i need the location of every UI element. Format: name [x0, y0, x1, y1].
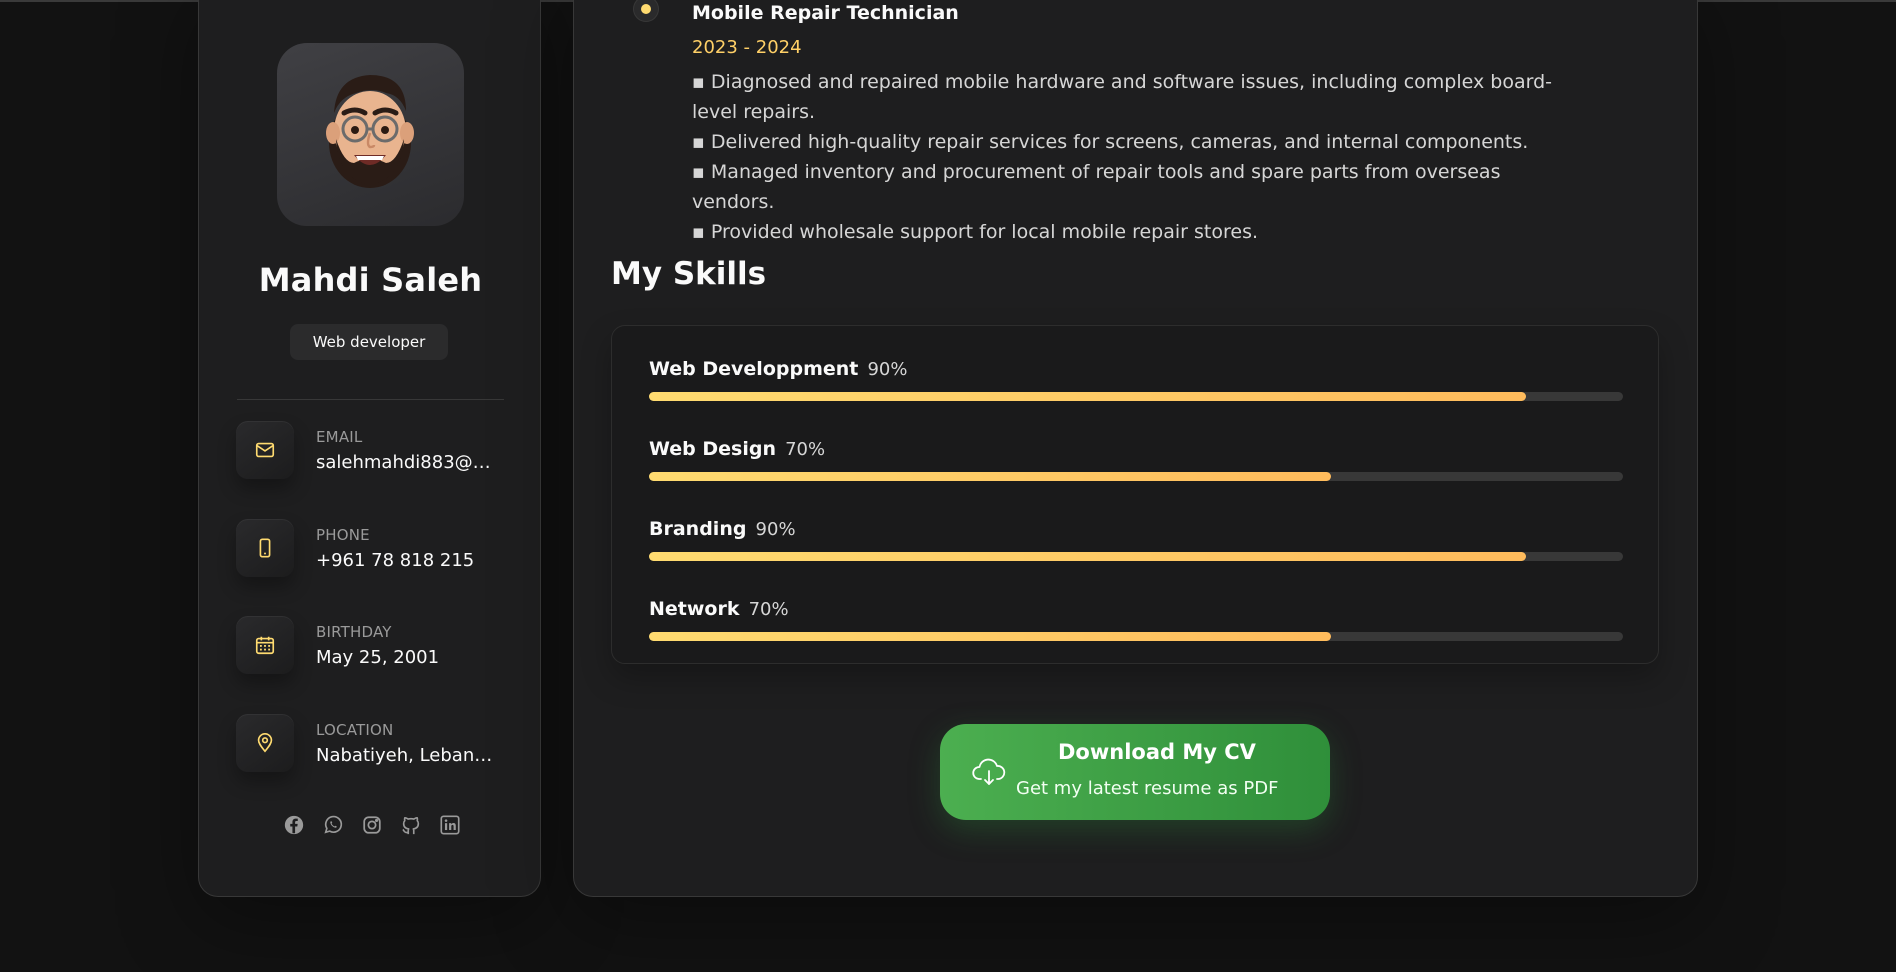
skill-progress-track	[649, 392, 1623, 401]
phone-link[interactable]: +961 78 818 215	[316, 550, 496, 571]
contact-label: LOCATION	[316, 721, 394, 739]
phone-icon	[236, 519, 294, 577]
download-cv-title: Download My CV	[1058, 740, 1256, 764]
profile-title-badge: Web developer	[290, 324, 448, 360]
mail-icon	[236, 421, 294, 479]
skill-name: Web Design	[649, 438, 776, 460]
linkedin-icon[interactable]	[438, 813, 462, 837]
avatar	[277, 43, 464, 226]
contact-label: BIRTHDAY	[316, 623, 392, 641]
skill-percent: 90%	[867, 359, 908, 380]
cloud-download-icon	[972, 758, 1006, 785]
github-icon[interactable]	[399, 813, 423, 837]
contact-label: EMAIL	[316, 428, 363, 446]
contact-email: EMAIL salehmahdi883@g...	[236, 421, 526, 481]
memoji-avatar-icon	[326, 75, 414, 188]
skill-progress-track	[649, 552, 1623, 561]
job-bullets: ▪ Diagnosed and repaired mobile hardware…	[692, 67, 1572, 247]
skill-percent: 90%	[755, 519, 796, 540]
job-bullet: ▪ Provided wholesale support for local m…	[692, 221, 1259, 243]
skill-percent: 70%	[748, 599, 789, 620]
download-cv-subtitle: Get my latest resume as PDF	[1016, 778, 1279, 799]
contact-label: PHONE	[316, 526, 370, 544]
profile-name: Mahdi Saleh	[258, 261, 483, 299]
birthday-value: May 25, 2001	[316, 647, 440, 668]
contact-birthday: BIRTHDAY May 25, 2001	[236, 616, 526, 676]
instagram-icon[interactable]	[360, 813, 384, 837]
job-bullet: ▪ Delivered high-quality repair services…	[692, 131, 1529, 153]
job-bullet: ▪ Diagnosed and repaired mobile hardware…	[692, 71, 1552, 123]
contact-phone: PHONE +961 78 818 215	[236, 519, 526, 579]
job-title: Mobile Repair Technician	[692, 2, 959, 24]
job-bullet: ▪ Managed inventory and procurement of r…	[692, 161, 1501, 213]
whatsapp-icon[interactable]	[321, 813, 345, 837]
job-dates: 2023 - 2024	[692, 37, 802, 58]
skill-progress-fill	[649, 552, 1526, 561]
download-cv-button[interactable]: Download My CV Get my latest resume as P…	[940, 724, 1330, 820]
skill-progress-track	[649, 472, 1623, 481]
social-links	[282, 813, 462, 837]
skill-progress-fill	[649, 472, 1331, 481]
calendar-icon	[236, 616, 294, 674]
resume-main: Mobile Repair Technician 2023 - 2024 ▪ D…	[573, 0, 1698, 897]
skill-name: Web Developpment	[649, 358, 859, 380]
skill-item: Web Design 70%	[649, 438, 1623, 481]
skill-progress-fill	[649, 392, 1526, 401]
skill-progress-track	[649, 632, 1623, 641]
email-link[interactable]: salehmahdi883@g...	[316, 452, 496, 473]
contact-location: LOCATION Nabatiyeh, Lebanon	[236, 714, 526, 774]
skill-item: Network 70%	[649, 598, 1623, 641]
timeline-dot	[634, 0, 658, 21]
sidebar-separator	[237, 399, 504, 400]
profile-sidebar: Mahdi Saleh Web developer EMAIL salehmah…	[198, 0, 541, 897]
location-value: Nabatiyeh, Lebanon	[316, 745, 496, 766]
skill-item: Branding 90%	[649, 518, 1623, 561]
skills-card: Web Developpment 90% Web Design 70% Bran…	[611, 325, 1659, 664]
skill-item: Web Developpment 90%	[649, 358, 1623, 401]
facebook-icon[interactable]	[282, 813, 306, 837]
skills-heading: My Skills	[611, 256, 767, 292]
skill-name: Network	[649, 598, 740, 620]
skill-name: Branding	[649, 518, 747, 540]
skill-progress-fill	[649, 632, 1331, 641]
skill-percent: 70%	[785, 439, 826, 460]
location-pin-icon	[236, 714, 294, 772]
